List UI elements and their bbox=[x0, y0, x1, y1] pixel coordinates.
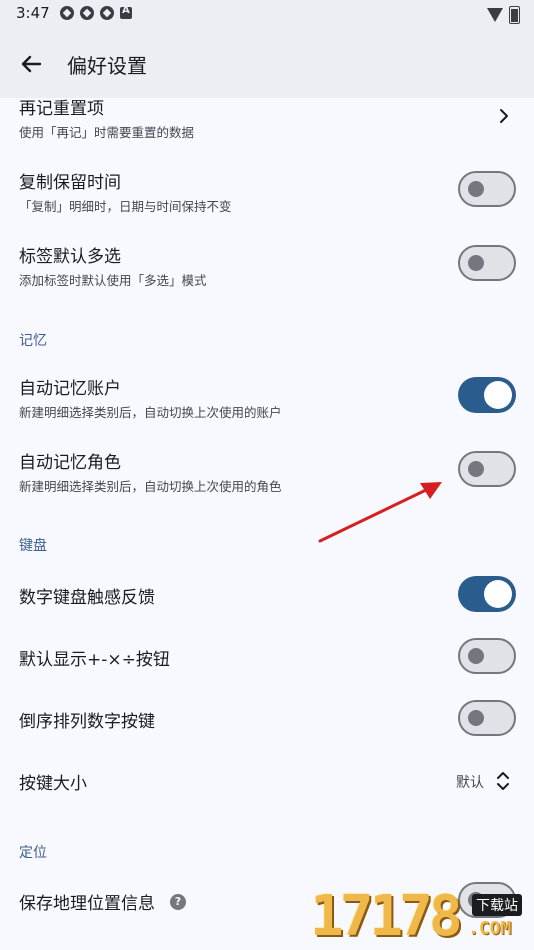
key-size-row[interactable]: 按键大小 默认 bbox=[0, 750, 534, 812]
row-title: 标签默认多选 bbox=[19, 247, 121, 267]
watermark-suffix: .COM bbox=[468, 918, 512, 939]
toggle-knob bbox=[468, 255, 484, 271]
reverse-keys-row[interactable]: 倒序排列数字按键 bbox=[0, 688, 534, 750]
row-subtitle: 添加标签时默认使用「多选」模式 bbox=[19, 273, 207, 288]
row-title: 自动记忆账户 bbox=[19, 379, 121, 399]
help-icon[interactable]: ? bbox=[170, 894, 186, 910]
auto-remember-account-row[interactable]: 自动记忆账户 新建明细选择类别后，自动切换上次使用的账户 bbox=[0, 364, 534, 438]
copy-keep-time-toggle[interactable] bbox=[458, 171, 516, 207]
watermark: 17178 下载站 .COM bbox=[310, 880, 534, 950]
row-title: 自动记忆角色 bbox=[19, 453, 121, 473]
row-subtitle: 使用「再记」时需要重置的数据 bbox=[19, 125, 195, 140]
row-title: 再记重置项 bbox=[19, 99, 104, 119]
app-notification-icon bbox=[80, 6, 94, 20]
app-bar: 偏好设置 bbox=[0, 28, 534, 98]
toggle-knob bbox=[468, 710, 484, 726]
row-title: 倒序排列数字按键 bbox=[19, 712, 155, 732]
tag-multiselect-row[interactable]: 标签默认多选 添加标签时默认使用「多选」模式 bbox=[0, 232, 534, 306]
row-title: 默认显示+-×÷按钮 bbox=[19, 650, 170, 670]
show-operators-toggle[interactable] bbox=[458, 638, 516, 674]
status-bar: 3:47 bbox=[0, 0, 534, 28]
row-title: 按键大小 bbox=[19, 774, 87, 794]
a-notification-icon bbox=[120, 5, 132, 19]
copy-keep-time-row[interactable]: 复制保留时间 「复制」明细时，日期与时间保持不变 bbox=[0, 158, 534, 232]
chevron-right-icon bbox=[500, 109, 508, 123]
toggle-knob bbox=[468, 648, 484, 664]
settings-list: 再记重置项 使用「再记」时需要重置的数据 复制保留时间 「复制」明细时，日期与时… bbox=[0, 98, 534, 950]
app-notification-icon bbox=[100, 6, 114, 20]
toggle-knob bbox=[468, 461, 484, 477]
back-arrow-icon[interactable] bbox=[16, 49, 46, 79]
status-time: 3:47 bbox=[16, 4, 50, 22]
auto-remember-role-row[interactable]: 自动记忆角色 新建明细选择类别后，自动切换上次使用的角色 bbox=[0, 438, 534, 512]
toggle-knob bbox=[484, 580, 512, 608]
notification-icons bbox=[60, 5, 132, 20]
key-size-value: 默认 bbox=[456, 775, 484, 791]
row-subtitle: 新建明细选择类别后，自动切换上次使用的账户 bbox=[19, 405, 282, 420]
row-title: 数字键盘触感反馈 bbox=[19, 588, 155, 608]
toggle-knob bbox=[484, 381, 512, 409]
auto-remember-role-toggle[interactable] bbox=[458, 451, 516, 487]
keypad-haptic-row[interactable]: 数字键盘触感反馈 bbox=[0, 564, 534, 626]
row-title: 复制保留时间 bbox=[19, 173, 121, 193]
row-subtitle: 新建明细选择类别后，自动切换上次使用的角色 bbox=[19, 479, 282, 494]
keypad-haptic-toggle[interactable] bbox=[458, 576, 516, 612]
wifi-icon bbox=[487, 8, 503, 22]
reset-items-row[interactable]: 再记重置项 使用「再记」时需要重置的数据 bbox=[0, 98, 534, 158]
section-header-location: 定位 bbox=[19, 845, 47, 861]
watermark-badge: 下载站 bbox=[472, 894, 522, 916]
watermark-number: 17178 bbox=[310, 884, 463, 949]
show-operators-row[interactable]: 默认显示+-×÷按钮 bbox=[0, 626, 534, 688]
row-subtitle: 「复制」明细时，日期与时间保持不变 bbox=[19, 199, 232, 214]
reverse-keys-toggle[interactable] bbox=[458, 700, 516, 736]
tag-multiselect-toggle[interactable] bbox=[458, 245, 516, 281]
app-notification-icon bbox=[60, 6, 74, 20]
page-title: 偏好设置 bbox=[67, 54, 147, 78]
section-header-keyboard: 键盘 bbox=[19, 538, 47, 554]
status-right bbox=[487, 6, 520, 24]
auto-remember-account-toggle[interactable] bbox=[458, 377, 516, 413]
section-header-memory: 记忆 bbox=[19, 333, 47, 349]
row-title: 保存地理位置信息 bbox=[19, 894, 155, 914]
toggle-knob bbox=[468, 181, 484, 197]
unfold-more-icon bbox=[497, 772, 509, 790]
battery-icon bbox=[509, 6, 520, 24]
